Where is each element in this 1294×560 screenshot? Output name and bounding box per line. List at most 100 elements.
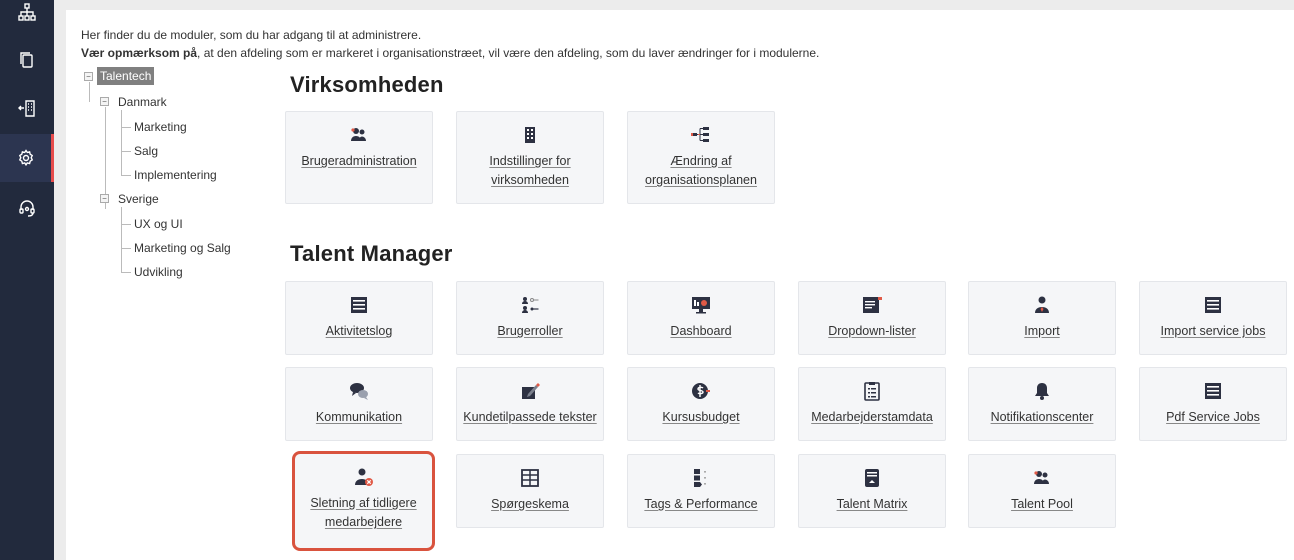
tile-import[interactable]: Import	[968, 281, 1116, 355]
tile-talent-pool[interactable]: Talent Pool	[968, 454, 1116, 528]
tile-spoergeskema[interactable]: Spørgeskema	[456, 454, 604, 528]
organisation-tree: − Talentech − Danmark Marketing Salg Imp…	[84, 66, 264, 286]
dashboard-icon	[690, 294, 712, 316]
tile-label: Kursusbudget	[662, 410, 740, 424]
section-title-talent-manager: Talent Manager	[290, 241, 453, 266]
tile-label: Sletning af tidligere medarbejdere	[310, 496, 417, 529]
tile-label: Import	[1024, 324, 1060, 338]
sidebar-item-support[interactable]	[0, 184, 54, 232]
tile-kursusbudget[interactable]: Kursusbudget	[627, 367, 775, 441]
tile-label: Pdf Service Jobs	[1166, 410, 1260, 424]
chat-icon	[348, 380, 370, 402]
sidebar-item-exit[interactable]	[0, 84, 54, 132]
intro-warning-rest: , at den afdeling som er markeret i orga…	[197, 46, 820, 60]
collapse-icon[interactable]: −	[84, 72, 93, 81]
sidebar-item-documents[interactable]	[0, 36, 54, 84]
list-icon	[348, 294, 370, 316]
users-admin-icon	[348, 124, 370, 146]
tree-node-udvikling[interactable]: Udvikling	[134, 265, 183, 279]
collapse-icon[interactable]: −	[100, 194, 109, 203]
tile-label: Kundetilpassede tekster	[463, 410, 597, 424]
tree-line	[121, 272, 131, 273]
tile-label: Dropdown-lister	[828, 324, 916, 338]
tile-import-service-jobs[interactable]: Import service jobs	[1139, 281, 1287, 355]
tree-node-marketing-og-salg[interactable]: Marketing og Salg	[134, 241, 231, 255]
tree-line	[121, 175, 131, 176]
tree-node-talentech[interactable]: Talentech	[97, 67, 155, 85]
tree-line	[121, 127, 131, 128]
tile-label: Kommunikation	[315, 410, 403, 424]
tile-kundetilpassede-tekster[interactable]: Kundetilpassede tekster	[456, 367, 604, 441]
tile-dashboard[interactable]: Dashboard	[627, 281, 775, 355]
tile-tags-performance[interactable]: Tags & Performance	[627, 454, 775, 528]
tree-line	[121, 151, 131, 152]
tile-pdf-service-jobs[interactable]: Pdf Service Jobs	[1139, 367, 1287, 441]
import-user-icon	[1031, 294, 1053, 316]
tile-label: Ændring af organisationsplanen	[645, 154, 757, 187]
tile-medarbejderstamdata[interactable]: Medarbejderstamdata	[798, 367, 946, 441]
gutter	[54, 0, 66, 560]
tree-line	[121, 224, 131, 225]
building-exit-icon	[18, 100, 35, 117]
tile-aendring-af-organisationsplanen[interactable]: Ændring af organisationsplanen	[627, 111, 775, 204]
headset-icon	[19, 200, 35, 217]
tile-aktivitetslog[interactable]: Aktivitetslog	[285, 281, 433, 355]
collapse-icon[interactable]: −	[100, 97, 109, 106]
tile-label: Spørgeskema	[491, 497, 569, 511]
list-icon	[1202, 380, 1224, 402]
org-chart-icon	[18, 3, 36, 21]
clipboard-icon	[861, 380, 883, 402]
tree-node-marketing[interactable]: Marketing	[134, 120, 187, 134]
dropdown-list-icon	[861, 294, 883, 316]
intro-text: Her finder du de moduler, som du har adg…	[81, 28, 422, 42]
sidebar-item-organisation[interactable]	[0, 0, 54, 36]
tile-label: Import service jobs	[1160, 324, 1266, 338]
tile-label: Notifikationscenter	[990, 410, 1094, 424]
tile-label: Brugeradministration	[301, 154, 417, 168]
intro-warning-bold: Vær opmærksom på	[81, 46, 198, 60]
building-icon	[519, 124, 541, 146]
tile-label: Tags & Performance	[644, 497, 758, 511]
tree-node-implementering[interactable]: Implementering	[134, 168, 217, 182]
top-strip	[66, 0, 1294, 10]
tile-sletning-af-tidligere-medarbejdere[interactable]: Sletning af tidligere medarbejdere	[292, 451, 435, 551]
sidebar	[0, 0, 54, 560]
tile-label: Talent Matrix	[836, 497, 908, 511]
tile-talent-matrix[interactable]: Talent Matrix	[798, 454, 946, 528]
table-icon	[519, 467, 541, 489]
tile-label: Indstillinger for virksomheden	[489, 154, 571, 187]
remove-user-icon	[353, 466, 375, 488]
tags-icon	[690, 467, 712, 489]
tile-indstillinger-for-virksomheden[interactable]: Indstillinger for virksomheden	[456, 111, 604, 204]
tree-line	[89, 82, 90, 102]
tile-brugerroller[interactable]: Brugerroller	[456, 281, 604, 355]
tile-notifikationscenter[interactable]: Notifikationscenter	[968, 367, 1116, 441]
copy-icon	[20, 52, 33, 68]
matrix-icon	[861, 467, 883, 489]
gear-icon	[18, 149, 33, 167]
tile-label: Brugerroller	[497, 324, 563, 338]
tree-node-salg[interactable]: Salg	[134, 144, 158, 158]
budget-icon	[690, 380, 712, 402]
bell-icon	[1031, 380, 1053, 402]
tree-line	[121, 207, 122, 273]
sidebar-item-settings[interactable]	[0, 134, 54, 182]
tree-node-sverige[interactable]: Sverige	[118, 192, 159, 206]
org-tree-icon	[690, 124, 712, 146]
tree-node-ux-og-ui[interactable]: UX og UI	[134, 217, 183, 231]
tree-node-danmark[interactable]: Danmark	[118, 95, 167, 109]
intro-warning: Vær opmærksom på, at den afdeling som er…	[81, 46, 819, 60]
tile-label: Dashboard	[670, 324, 732, 338]
tile-label: Talent Pool	[1011, 497, 1073, 511]
tree-line	[121, 248, 131, 249]
tree-line	[121, 110, 122, 176]
tile-label: Medarbejderstamdata	[811, 410, 933, 424]
user-roles-icon	[519, 294, 541, 316]
section-title-virksomheden: Virksomheden	[290, 72, 444, 97]
talent-pool-icon	[1031, 467, 1053, 489]
edit-icon	[519, 380, 541, 402]
tile-brugeradministration[interactable]: Brugeradministration	[285, 111, 433, 204]
tile-dropdown-lister[interactable]: Dropdown-lister	[798, 281, 946, 355]
tile-kommunikation[interactable]: Kommunikation	[285, 367, 433, 441]
tile-label: Aktivitetslog	[325, 324, 393, 338]
